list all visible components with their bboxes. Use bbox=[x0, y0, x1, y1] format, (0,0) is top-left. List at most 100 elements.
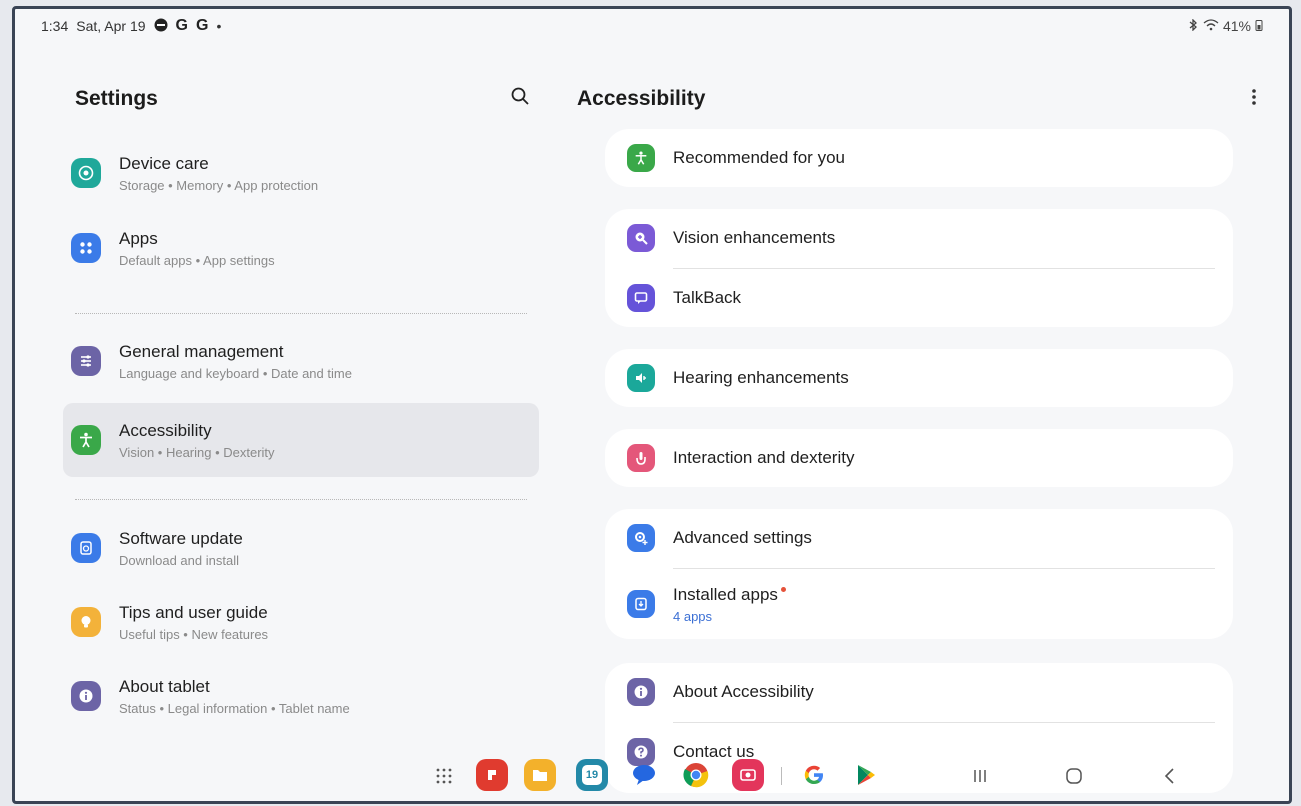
messages-app-button[interactable] bbox=[628, 759, 660, 791]
chrome-icon bbox=[683, 763, 709, 788]
gallery-app-button[interactable] bbox=[732, 759, 764, 791]
info-icon bbox=[627, 678, 655, 706]
accessibility-pane: Accessibility Recommended for you Vision… bbox=[563, 43, 1289, 793]
my-files-icon bbox=[533, 770, 547, 781]
google-notification-icon: G bbox=[175, 17, 188, 34]
flipboard-app-button[interactable] bbox=[476, 759, 508, 791]
detail-title: Accessibility bbox=[577, 87, 706, 110]
sidebar-item-subtitle: Default apps • App settings bbox=[119, 252, 275, 268]
chrome-app-button[interactable] bbox=[680, 759, 712, 791]
row-sublabel: 4 apps bbox=[673, 608, 713, 624]
row-label: TalkBack bbox=[673, 288, 742, 307]
play-store-icon bbox=[858, 765, 875, 785]
tablet-screen: 1:34 Sat, Apr 19 G G • 41% Settings Devi… bbox=[12, 6, 1292, 804]
row-recommended-for-you[interactable]: Recommended for you bbox=[605, 129, 1233, 187]
grid-icon bbox=[436, 768, 452, 784]
my-files-app-button[interactable] bbox=[524, 759, 556, 791]
row-talkback[interactable]: TalkBack bbox=[605, 269, 1233, 327]
accessibility-person-icon bbox=[627, 144, 655, 172]
app-drawer-button[interactable] bbox=[429, 761, 459, 791]
calendar-day: 19 bbox=[585, 769, 599, 781]
back-button[interactable] bbox=[1155, 761, 1185, 791]
row-divider bbox=[673, 568, 1215, 569]
sidebar-item-tips[interactable]: Tips and user guide Useful tips • New fe… bbox=[63, 587, 539, 657]
lightbulb-icon bbox=[71, 607, 101, 637]
info-icon bbox=[71, 681, 101, 711]
more-notifications-icon: • bbox=[216, 18, 222, 34]
flipboard-icon bbox=[488, 770, 496, 780]
more-options-button[interactable] bbox=[1243, 83, 1265, 111]
more-vertical-icon bbox=[1252, 89, 1256, 105]
card-advanced: Advanced settings Installed apps 4 apps bbox=[605, 509, 1233, 639]
sidebar-item-title: Software update bbox=[119, 528, 243, 548]
row-installed-apps[interactable]: Installed apps 4 apps bbox=[605, 573, 1233, 635]
row-label: Interaction and dexterity bbox=[673, 448, 855, 467]
page-title: Settings bbox=[75, 87, 158, 110]
sidebar-item-apps[interactable]: Apps Default apps • App settings bbox=[63, 213, 539, 283]
row-label: Recommended for you bbox=[673, 148, 845, 167]
row-hearing-enhancements[interactable]: Hearing enhancements bbox=[605, 349, 1233, 407]
dock-separator bbox=[781, 767, 782, 785]
date: Sat, Apr 19 bbox=[76, 18, 146, 34]
sidebar-item-title: Device care bbox=[119, 153, 209, 173]
wifi-icon bbox=[1203, 18, 1219, 34]
sidebar-item-title: About tablet bbox=[119, 676, 210, 696]
sidebar-item-subtitle: Download and install bbox=[119, 552, 239, 568]
play-store-app-button[interactable] bbox=[850, 759, 882, 791]
status-bar: 1:34 Sat, Apr 19 G G • 41% bbox=[15, 9, 1289, 43]
row-label: Advanced settings bbox=[673, 528, 812, 547]
new-badge bbox=[780, 586, 786, 592]
sidebar-item-subtitle: Storage • Memory • App protection bbox=[119, 177, 319, 193]
clock: 1:34 bbox=[41, 18, 69, 34]
software-update-icon bbox=[71, 533, 101, 563]
sidebar-item-title: General management bbox=[119, 341, 284, 361]
row-label: Installed apps bbox=[673, 584, 778, 604]
sidebar-item-title: Tips and user guide bbox=[119, 602, 268, 622]
hearing-icon bbox=[627, 364, 655, 392]
row-vision-enhancements[interactable]: Vision enhancements bbox=[605, 209, 1233, 267]
messages-icon bbox=[633, 765, 655, 785]
row-advanced-settings[interactable]: Advanced settings bbox=[605, 509, 1233, 567]
search-button[interactable] bbox=[507, 83, 533, 109]
installed-apps-icon bbox=[627, 590, 655, 618]
card-vision: Vision enhancements TalkBack bbox=[605, 209, 1233, 327]
home-icon bbox=[1066, 768, 1082, 784]
row-label: About Accessibility bbox=[673, 682, 814, 701]
battery-level: 41% bbox=[1222, 18, 1251, 34]
dnd-icon bbox=[154, 18, 168, 35]
sidebar-item-title: Accessibility bbox=[119, 420, 212, 440]
google-icon bbox=[804, 765, 823, 784]
sidebar-item-subtitle: Language and keyboard • Date and time bbox=[119, 365, 352, 381]
recents-icon bbox=[974, 770, 986, 782]
sliders-icon bbox=[71, 346, 101, 376]
card-recommended: Recommended for you bbox=[605, 129, 1233, 187]
accessibility-icon bbox=[71, 425, 101, 455]
card-interaction: Interaction and dexterity bbox=[605, 429, 1233, 487]
settings-pane: Settings Device care Storage • Memory • … bbox=[15, 43, 563, 773]
hand-touch-icon bbox=[627, 444, 655, 472]
device-care-icon bbox=[71, 158, 101, 188]
section-divider bbox=[75, 499, 527, 500]
back-icon bbox=[1164, 768, 1174, 784]
sidebar-item-subtitle: Vision • Hearing • Dexterity bbox=[119, 444, 275, 460]
calendar-app-button[interactable]: 19 bbox=[576, 759, 608, 791]
talkback-icon bbox=[627, 284, 655, 312]
magnifier-icon bbox=[627, 224, 655, 252]
gallery-icon bbox=[740, 769, 756, 781]
section-divider bbox=[75, 313, 527, 314]
row-about-accessibility[interactable]: About Accessibility bbox=[605, 663, 1233, 721]
home-button[interactable] bbox=[1059, 761, 1089, 791]
sidebar-item-subtitle: Useful tips • New features bbox=[119, 626, 269, 642]
row-label: Hearing enhancements bbox=[673, 368, 849, 387]
sidebar-item-title: Apps bbox=[119, 228, 158, 248]
sidebar-item-general-management[interactable]: General management Language and keyboard… bbox=[63, 326, 539, 396]
sidebar-item-subtitle: Status • Legal information • Tablet name bbox=[119, 700, 350, 716]
taskbar: 19 bbox=[15, 751, 1289, 801]
row-interaction-dexterity[interactable]: Interaction and dexterity bbox=[605, 429, 1233, 487]
sidebar-item-software-update[interactable]: Software update Download and install bbox=[63, 513, 539, 583]
recent-apps-button[interactable] bbox=[965, 761, 995, 791]
google-app-button[interactable] bbox=[798, 759, 830, 791]
sidebar-item-accessibility[interactable]: Accessibility Vision • Hearing • Dexteri… bbox=[63, 403, 539, 477]
sidebar-item-about-tablet[interactable]: About tablet Status • Legal information … bbox=[63, 661, 539, 731]
sidebar-item-device-care[interactable]: Device care Storage • Memory • App prote… bbox=[63, 138, 539, 208]
